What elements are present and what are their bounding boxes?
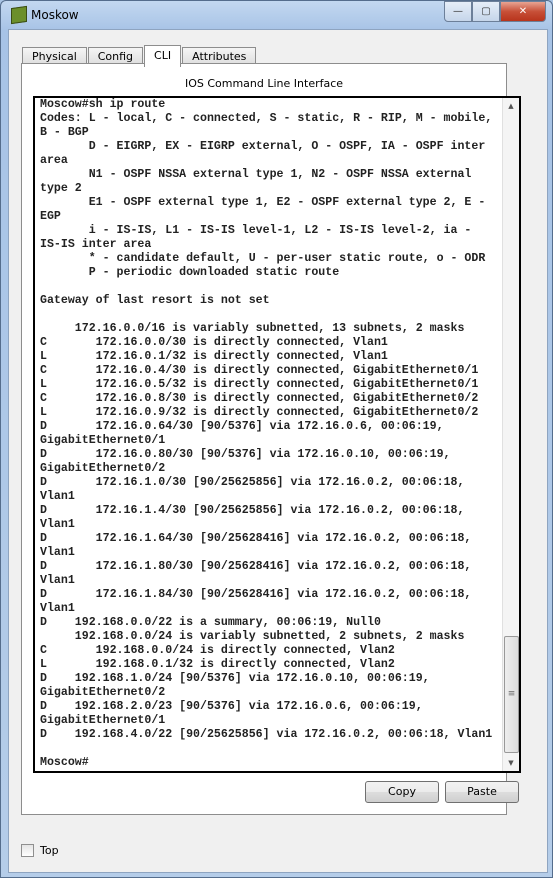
top-checkbox-label: Top [40, 844, 59, 857]
maximize-button[interactable]: ▢ [472, 1, 500, 22]
scroll-down-arrow-icon[interactable]: ▼ [503, 755, 519, 771]
top-checkbox[interactable] [21, 844, 34, 857]
window-title: Moskow [31, 8, 79, 22]
packet-tracer-icon [11, 5, 27, 25]
top-option[interactable]: Top [21, 844, 59, 857]
scrollbar-thumb[interactable]: ≡ [504, 636, 519, 753]
title-bar[interactable]: Moskow — ▢ ✕ [1, 1, 552, 29]
minimize-button[interactable]: — [444, 1, 472, 22]
cli-heading: IOS Command Line Interface [184, 77, 344, 90]
close-button[interactable]: ✕ [500, 1, 546, 22]
scroll-up-arrow-icon[interactable]: ▲ [503, 98, 519, 114]
copy-button[interactable]: Copy [365, 781, 439, 803]
window: Moskow — ▢ ✕ Physical Config CLI Attribu… [0, 0, 553, 878]
terminal-output[interactable]: Moscow#sh ip route Codes: L - local, C -… [40, 98, 492, 770]
cli-terminal[interactable]: Moscow#sh ip route Codes: L - local, C -… [33, 96, 521, 773]
client-area: Physical Config CLI Attributes IOS Comma… [8, 29, 548, 873]
vertical-scrollbar[interactable]: ▲ ≡ ▼ [502, 98, 519, 771]
tab-cli[interactable]: CLI [144, 45, 182, 67]
paste-button[interactable]: Paste [445, 781, 519, 803]
